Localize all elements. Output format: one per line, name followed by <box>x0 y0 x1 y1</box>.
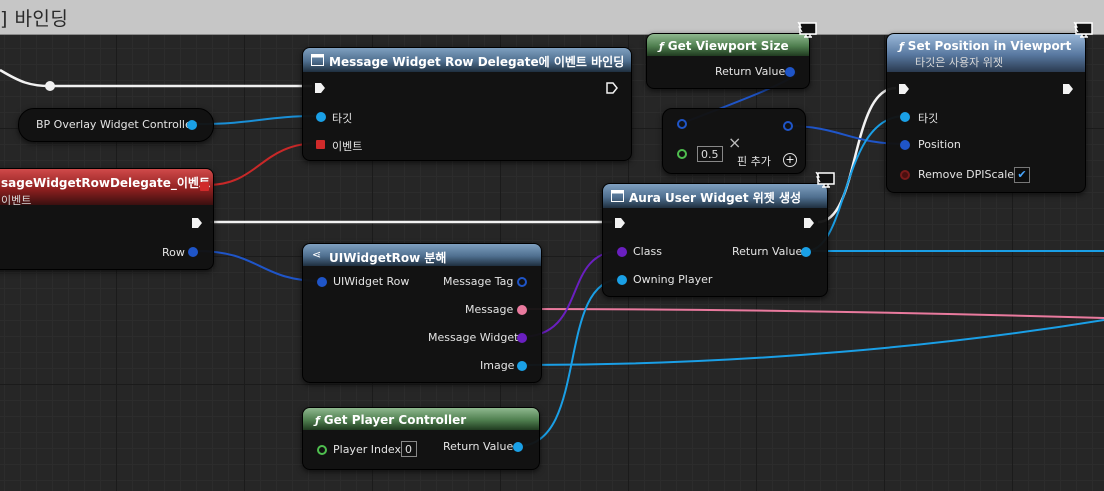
create-widget-header: Aura User Widget 위젯 생성 <box>603 184 827 208</box>
function-icon-3: ƒ <box>315 414 320 427</box>
setpos-remove-dpi-label: Remove DPIScale <box>918 168 1015 181</box>
setpos-target-pin[interactable] <box>900 112 910 122</box>
bind-event-label: 이벤트 <box>332 140 363 153</box>
get-viewport-size-node[interactable]: ƒ Get Viewport Size Return Value <box>646 33 810 89</box>
message-wire <box>521 308 1104 319</box>
player-controller-return-label: Return Value <box>443 440 514 453</box>
remove-dpi-checkbox[interactable]: ✔ <box>1014 167 1030 183</box>
setpos-position-pin[interactable] <box>900 140 910 150</box>
break-image-label: Image <box>480 359 515 372</box>
bind-event-header: Message Widget Row Delegate에 이벤트 바인딩 <box>303 48 631 72</box>
break-input-label: UIWidget Row <box>333 275 410 288</box>
bind-exec-in-pin[interactable] <box>314 82 326 94</box>
player-index-label: Player Index <box>333 443 402 456</box>
add-pin-label: 핀 추가 <box>737 155 771 168</box>
break-message-widget-label: Message Widget <box>428 331 519 344</box>
image-wire <box>521 319 1104 366</box>
widget-icon <box>311 54 324 66</box>
add-pin-icon[interactable]: + <box>783 153 797 167</box>
set-position-subtitle: 타깃은 사용자 위젯 <box>915 56 1003 69</box>
break-message-pin[interactable] <box>517 305 527 315</box>
create-exec-in-pin[interactable] <box>614 217 626 229</box>
client-only-icon <box>797 21 817 38</box>
create-return-label: Return Value <box>732 245 803 258</box>
set-position-node[interactable]: ƒ Set Position in Viewport 타깃은 사용자 위젯 타깃 … <box>886 33 1086 193</box>
bind-event-pin[interactable] <box>316 140 325 149</box>
break-row-node[interactable]: UIWidgetRow 분해 ⋖ UIWidget Row Message Ta… <box>302 243 542 383</box>
setpos-remove-dpi-pin[interactable] <box>900 170 910 180</box>
divide-out-pin[interactable] <box>783 121 793 131</box>
break-image-pin[interactable] <box>517 361 527 371</box>
divide-in-pin-b[interactable] <box>677 149 687 159</box>
break-tag-label: Message Tag <box>443 275 514 288</box>
break-row-title: UIWidgetRow 분해 <box>329 251 447 265</box>
break-struct-icon: ⋖ <box>312 248 322 261</box>
set-position-title: Set Position in Viewport <box>907 39 1072 53</box>
divide-node[interactable]: × 0.5 핀 추가 + <box>662 108 806 174</box>
event-row-label: Row <box>162 246 185 259</box>
delegate-event-node[interactable]: sageWidgetRowDelegate_이벤트 이벤트 Row <box>0 168 214 270</box>
bind-target-label: 타깃 <box>332 112 353 125</box>
bind-event-title: Message Widget Row Delegate에 이벤트 바인딩 <box>329 55 625 69</box>
event-node-header: sageWidgetRowDelegate_이벤트 이벤트 <box>0 169 213 205</box>
client-only-icon-3 <box>815 171 835 188</box>
setpos-exec-in-pin[interactable] <box>898 83 910 95</box>
create-widget-node[interactable]: Aura User Widget 위젯 생성 Class Return Valu… <box>602 183 828 297</box>
setpos-target-label: 타깃 <box>918 112 939 125</box>
event-node-subtitle: 이벤트 <box>1 194 32 205</box>
create-owning-player-pin[interactable] <box>617 275 627 285</box>
widget-icon-2 <box>611 190 624 202</box>
setpos-exec-out-pin[interactable] <box>1062 83 1074 95</box>
create-class-label: Class <box>633 245 662 258</box>
break-input-pin[interactable] <box>317 277 327 287</box>
create-class-pin[interactable] <box>617 247 627 257</box>
event-delegate-out-pin[interactable] <box>200 182 209 191</box>
event-row-out-pin[interactable] <box>188 247 198 257</box>
set-position-header: ƒ Set Position in Viewport 타깃은 사용자 위젯 <box>887 34 1085 72</box>
setpos-position-label: Position <box>918 138 961 151</box>
event-node-title: sageWidgetRowDelegate_이벤트 <box>1 176 210 190</box>
get-player-controller-node[interactable]: ƒ Get Player Controller Player Index 0 Re… <box>302 407 540 470</box>
divide-value-input[interactable]: 0.5 <box>697 146 723 162</box>
reroute-node <box>45 81 55 91</box>
create-exec-out-pin[interactable] <box>803 217 815 229</box>
event-exec-out-pin[interactable] <box>191 217 203 229</box>
client-only-icon-2 <box>1073 21 1093 38</box>
player-index-pin[interactable] <box>317 445 327 455</box>
bp-controller-label: BP Overlay Widget Controller <box>36 118 197 131</box>
divide-in-pin-a[interactable] <box>677 119 687 129</box>
break-message-label: Message <box>465 303 514 316</box>
bp-controller-node[interactable]: BP Overlay Widget Controller <box>18 108 214 142</box>
viewport-return-label: Return Value <box>715 65 786 78</box>
viewport-size-title: Get Viewport Size <box>667 39 789 53</box>
player-controller-return-pin[interactable] <box>513 442 523 452</box>
bind-exec-out-pin[interactable] <box>606 82 618 94</box>
viewport-return-pin[interactable] <box>785 67 795 77</box>
viewport-size-header: ƒ Get Viewport Size <box>647 34 809 56</box>
player-index-input[interactable]: 0 <box>401 441 417 457</box>
create-owning-player-label: Owning Player <box>633 273 713 286</box>
exec-wire-create-to-setpos <box>817 86 897 224</box>
divide-icon: × <box>728 133 742 152</box>
break-message-widget-pin[interactable] <box>517 333 527 343</box>
bind-target-pin[interactable] <box>316 112 326 122</box>
break-row-header: UIWidgetRow 분해 <box>303 244 541 266</box>
player-controller-header: ƒ Get Player Controller <box>303 408 539 430</box>
function-icon-2: ƒ <box>899 40 904 53</box>
create-widget-title: Aura User Widget 위젯 생성 <box>629 191 802 205</box>
player-controller-title: Get Player Controller <box>323 413 467 427</box>
bind-event-node[interactable]: Message Widget Row Delegate에 이벤트 바인딩 타깃 … <box>302 47 632 161</box>
create-return-pin[interactable] <box>801 247 811 257</box>
break-tag-pin[interactable] <box>517 277 527 287</box>
bp-controller-out-pin[interactable] <box>187 120 197 130</box>
function-icon: ƒ <box>659 40 664 53</box>
